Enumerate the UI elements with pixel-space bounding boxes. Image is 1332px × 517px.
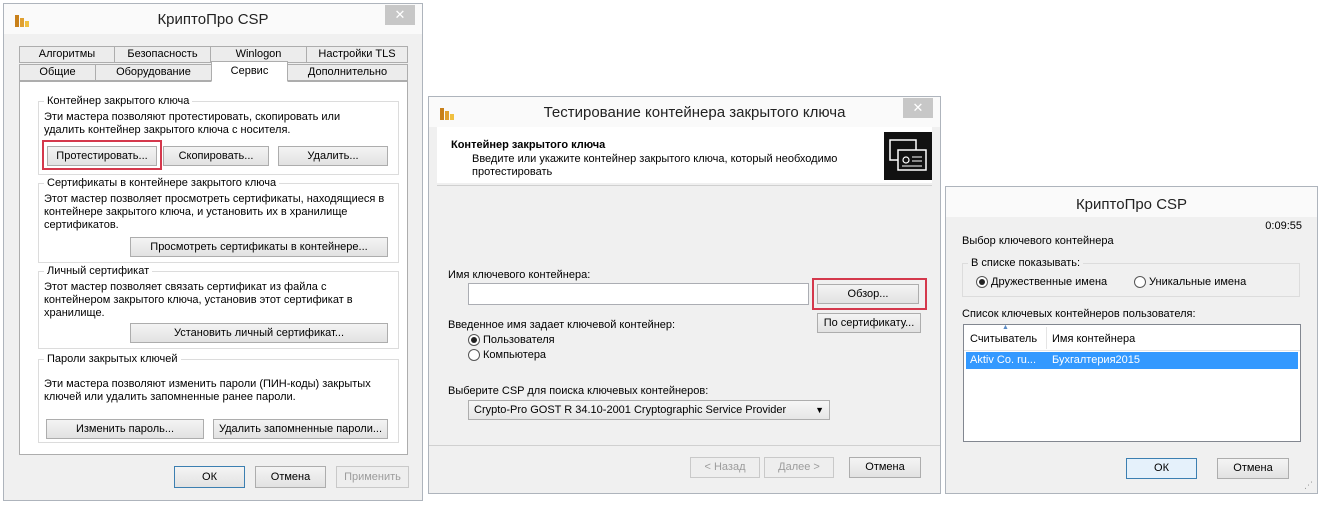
install-personal-certificate-button[interactable]: Установить личный сертификат... (130, 323, 388, 343)
group-title: В списке показывать: (968, 257, 1084, 269)
service-tab-panel: Контейнер закрытого ключа Эти мастера по… (19, 81, 408, 455)
cancel-button[interactable]: Отмена (849, 457, 921, 478)
footer-separator (429, 445, 940, 446)
window-title: Тестирование контейнера закрытого ключа (543, 104, 846, 121)
cryptopro-properties-window: КриптоПро CSP ✕ Алгоритмы Безопасность W… (3, 3, 423, 501)
container-name-label: Имя ключевого контейнера: (448, 269, 591, 281)
row-container-name-cell: Бухгалтерия2015 (1052, 354, 1141, 366)
user-radio-label[interactable]: Пользователя (483, 334, 555, 346)
computer-radio[interactable] (468, 349, 480, 361)
tab-hardware[interactable]: Оборудование (95, 64, 212, 81)
tab-security[interactable]: Безопасность (114, 46, 211, 63)
name-defines-label: Введенное имя задает ключевой контейнер: (448, 319, 676, 331)
window-title: КриптоПро CSP (157, 11, 269, 28)
test-container-wizard-window: Тестирование контейнера закрытого ключа … (428, 96, 941, 494)
apply-button[interactable]: Применить (336, 466, 409, 488)
highlight-frame (42, 140, 162, 170)
csp-select[interactable]: Crypto-Pro GOST R 34.10-2001 Cryptograph… (468, 400, 830, 420)
window-title: КриптоПро CSP (1075, 196, 1188, 213)
cancel-button[interactable]: Отмена (255, 466, 326, 488)
csp-selected-value: Crypto-Pro GOST R 34.10-2001 Cryptograph… (474, 404, 787, 416)
tab-general[interactable]: Общие (19, 64, 96, 81)
chevron-down-icon: ▼ (815, 405, 824, 415)
header-title: Контейнер закрытого ключа (451, 139, 606, 151)
title-bar: КриптоПро CSP ✕ (4, 4, 422, 34)
tab-tls-settings[interactable]: Настройки TLS (306, 46, 408, 63)
row-reader-cell: Aktiv Co. ru... (970, 354, 1037, 366)
ok-button[interactable]: ОК (1126, 458, 1197, 479)
csp-label: Выберите CSP для поиска ключевых контейн… (448, 385, 709, 397)
resize-grip-icon[interactable]: ⋰ (1304, 480, 1314, 490)
dialog-subtitle: Выбор ключевого контейнера (962, 235, 1114, 247)
sort-up-icon: ▲ (1002, 324, 1009, 331)
unique-names-label[interactable]: Уникальные имена (1149, 276, 1246, 288)
change-password-button[interactable]: Изменить пароль... (46, 419, 204, 439)
close-icon[interactable]: ✕ (385, 5, 415, 25)
header-description: Введите или укажите контейнер закрытого … (472, 153, 838, 178)
highlight-frame (812, 278, 927, 310)
countdown-timer: 0:09:55 (1265, 220, 1302, 232)
friendly-names-label[interactable]: Дружественные имена (991, 276, 1107, 288)
header-separator (437, 185, 932, 186)
group-title: Личный сертификат (44, 265, 153, 277)
certificate-icon (884, 132, 932, 180)
tab-algorithms[interactable]: Алгоритмы (19, 46, 115, 63)
copy-container-button[interactable]: Скопировать... (163, 146, 269, 166)
delete-saved-passwords-button[interactable]: Удалить запомненные пароли... (213, 419, 388, 439)
ok-button[interactable]: ОК (174, 466, 245, 488)
tab-service[interactable]: Сервис (211, 61, 288, 82)
next-button[interactable]: Далее > (764, 457, 834, 478)
close-icon[interactable]: ✕ (903, 98, 933, 118)
container-list[interactable]: ▲ Считыватель Имя контейнера Aktiv Co. r… (963, 324, 1301, 442)
list-header: ▲ Считыватель Имя контейнера (964, 324, 1300, 351)
view-certificates-button[interactable]: Просмотреть сертификаты в контейнере... (130, 237, 388, 257)
wizard-header: Контейнер закрытого ключа Введите или ук… (437, 127, 932, 183)
group-title: Контейнер закрытого ключа (44, 95, 193, 107)
column-divider (1046, 327, 1047, 349)
group-title: Пароли закрытых ключей (44, 353, 181, 365)
group-description: Эти мастера позволяют протестировать, ск… (44, 111, 341, 136)
user-radio[interactable] (468, 334, 480, 346)
group-description: Этот мастер позволяет связать сертификат… (44, 281, 353, 319)
back-button[interactable]: < Назад (690, 457, 760, 478)
delete-container-button[interactable]: Удалить... (278, 146, 388, 166)
table-row[interactable]: Aktiv Co. ru... Бухгалтерия2015 (966, 352, 1298, 369)
group-description: Эти мастера позволяют изменить пароли (П… (44, 378, 371, 403)
unique-names-radio[interactable] (1134, 276, 1146, 288)
container-list-label: Список ключевых контейнеров пользователя… (962, 308, 1196, 320)
container-name-input[interactable] (468, 283, 809, 305)
group-title: Сертификаты в контейнере закрытого ключа (44, 177, 280, 189)
column-header-reader[interactable]: Считыватель (970, 333, 1037, 345)
title-bar: Тестирование контейнера закрытого ключа … (429, 97, 940, 127)
by-certificate-button[interactable]: По сертификату... (817, 313, 921, 333)
tab-advanced[interactable]: Дополнительно (287, 64, 408, 81)
friendly-names-radio[interactable] (976, 276, 988, 288)
cancel-button[interactable]: Отмена (1217, 458, 1289, 479)
computer-radio-label[interactable]: Компьютера (483, 349, 546, 361)
title-bar: КриптоПро CSP (946, 187, 1317, 217)
select-key-container-window: КриптоПро CSP 0:09:55 Выбор ключевого ко… (945, 186, 1318, 494)
group-description: Этот мастер позволяет просмотреть сертиф… (44, 193, 385, 231)
column-header-container-name[interactable]: Имя контейнера (1052, 333, 1135, 345)
